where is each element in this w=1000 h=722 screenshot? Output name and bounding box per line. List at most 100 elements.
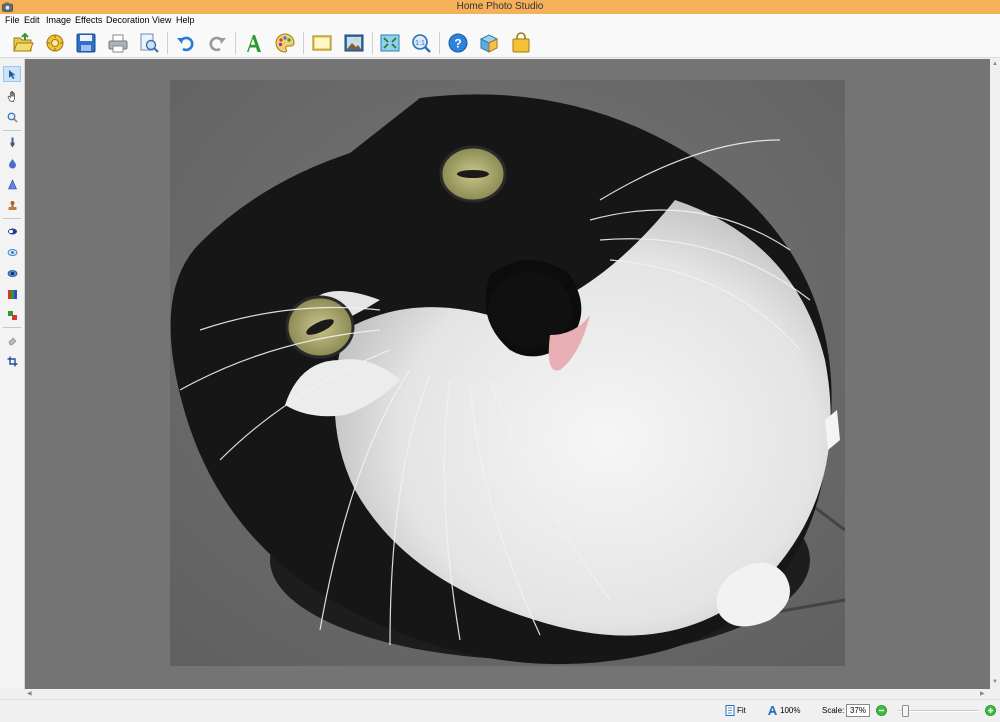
palette-button[interactable] [273, 31, 297, 55]
menu-file[interactable]: File [5, 15, 20, 25]
color-replace-icon [7, 310, 17, 320]
undo-button[interactable] [174, 31, 198, 55]
tool-stamp[interactable] [3, 197, 21, 213]
tool-color-bars[interactable] [3, 286, 21, 302]
tool-color-replace[interactable] [3, 307, 21, 323]
menu-edit[interactable]: Edit [24, 15, 40, 25]
print-preview-icon [140, 33, 159, 53]
drop-icon [8, 158, 16, 168]
menu-image[interactable]: Image [46, 15, 71, 25]
fit-window-button[interactable] [378, 31, 402, 55]
actual-size-button[interactable]: 1:1 [409, 31, 433, 55]
shopping-bag-button[interactable] [509, 31, 533, 55]
tool-eraser[interactable] [3, 332, 21, 348]
redo-button[interactable] [205, 31, 229, 55]
scroll-down-arrow-icon[interactable]: ▼ [992, 679, 998, 685]
tool-eye[interactable] [3, 244, 21, 260]
red-eye-icon [7, 269, 17, 277]
open-folder-icon [13, 32, 34, 52]
menu-view[interactable]: View [152, 15, 171, 25]
main-toolbar: 1:1 ? [0, 28, 1000, 58]
vertical-scrollbar[interactable]: ▲ ▼ [990, 59, 1000, 689]
tool-hand[interactable] [3, 88, 21, 104]
actual-size-label[interactable]: 100% [780, 706, 800, 715]
zoom-slider-track[interactable] [898, 710, 978, 712]
text-icon [247, 35, 261, 52]
palette-icon [275, 33, 295, 53]
toolbar-separator [372, 32, 373, 54]
print-button[interactable] [106, 31, 130, 55]
tools-panel [0, 59, 25, 689]
box-button[interactable] [477, 31, 501, 55]
scroll-right-arrow-icon[interactable]: ▶ [980, 690, 985, 697]
mask-icon [7, 228, 17, 234]
eye-icon [7, 248, 17, 256]
menu-effects[interactable]: Effects [75, 15, 102, 25]
tool-cone[interactable] [3, 176, 21, 192]
svg-text:?: ? [454, 37, 461, 51]
toolbar-separator [235, 32, 236, 54]
horizontal-scrollbar[interactable]: ◀ ▶ [25, 689, 990, 699]
zoom-icon [7, 112, 18, 123]
tool-mask[interactable] [3, 223, 21, 239]
box-icon [479, 34, 499, 53]
window-title: Home Photo Studio [456, 1, 544, 12]
menu-decoration[interactable]: Decoration [106, 15, 150, 25]
shopping-bag-icon [512, 32, 530, 53]
text-button[interactable] [242, 31, 266, 55]
tool-zoom[interactable] [3, 109, 21, 125]
tools-separator [3, 218, 21, 219]
print-icon [108, 34, 128, 53]
fit-page-icon[interactable] [725, 705, 735, 716]
hand-icon [7, 90, 15, 102]
zoom-slider-thumb[interactable] [901, 705, 909, 717]
tool-brush[interactable] [3, 134, 21, 150]
scanner-icon [46, 34, 64, 52]
fit-label[interactable]: Fit [737, 706, 746, 715]
image-canvas[interactable] [25, 59, 990, 689]
tool-pointer[interactable] [3, 66, 21, 82]
fit-window-icon [380, 34, 400, 52]
zoom-in-icon[interactable] [985, 705, 996, 716]
tool-drop[interactable] [3, 155, 21, 171]
save-button[interactable] [74, 31, 98, 55]
undo-icon [177, 36, 194, 52]
photo-frame-icon [344, 34, 364, 52]
open-button[interactable] [11, 31, 35, 55]
help-button[interactable]: ? [446, 31, 470, 55]
tools-separator [3, 130, 21, 131]
cone-icon [7, 178, 17, 189]
save-icon [76, 33, 96, 53]
eraser-icon [8, 337, 16, 345]
scroll-left-arrow-icon[interactable]: ◀ [27, 690, 32, 697]
menu-bar: File Edit Image Effects Decoration View … [0, 14, 1000, 28]
scanner-button[interactable] [43, 31, 67, 55]
stamp-icon [8, 200, 16, 210]
print-preview-button[interactable] [137, 31, 161, 55]
actual-size-status-icon[interactable] [767, 705, 778, 716]
cat-photo[interactable] [170, 80, 845, 666]
scale-label: Scale: [822, 706, 845, 715]
scale-input[interactable] [846, 704, 870, 717]
image-icon [312, 35, 332, 51]
brush-icon [10, 137, 14, 147]
title-bar: Home Photo Studio [0, 0, 1000, 14]
scroll-up-arrow-icon[interactable]: ▲ [992, 61, 998, 67]
toolbar-separator [167, 32, 168, 54]
actual-size-icon: 1:1 [412, 34, 431, 53]
zoom-out-icon[interactable] [876, 705, 887, 716]
tool-red-eye[interactable] [3, 265, 21, 281]
photo-frame-button[interactable] [342, 31, 366, 55]
pointer-icon [9, 69, 16, 79]
image-button[interactable] [310, 31, 334, 55]
crop-icon [7, 356, 17, 366]
menu-help[interactable]: Help [176, 15, 195, 25]
tool-crop[interactable] [3, 353, 21, 369]
status-bar: Fit 100% Scale: [0, 699, 1000, 722]
color-bars-icon [7, 289, 17, 299]
redo-icon [209, 36, 226, 52]
help-icon: ? [448, 33, 468, 53]
tools-separator [3, 327, 21, 328]
toolbar-separator [303, 32, 304, 54]
svg-text:1:1: 1:1 [415, 40, 425, 47]
